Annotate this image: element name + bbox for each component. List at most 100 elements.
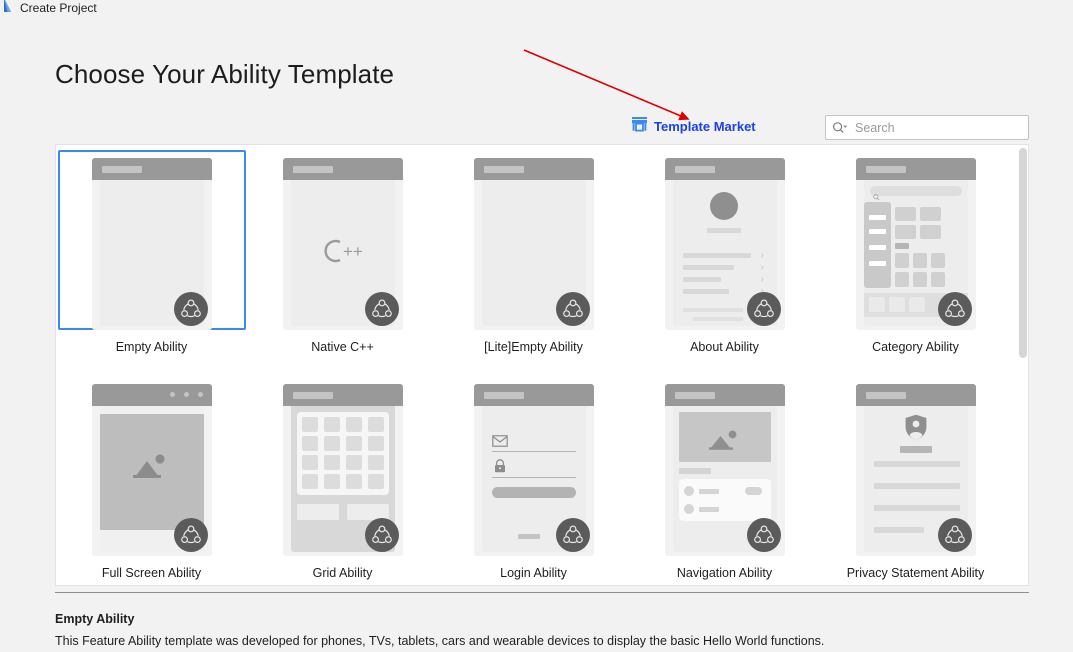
scrollbar-thumb[interactable] [1019, 148, 1027, 358]
header-pill [674, 166, 715, 173]
template-preview [473, 384, 594, 556]
template-card-label: Login Ability [500, 566, 567, 580]
template-card[interactable]: Login Ability [438, 371, 629, 585]
svg-text:++: ++ [343, 242, 363, 261]
shield-person-icon [904, 414, 928, 446]
harmony-distributed-badge-icon [746, 518, 781, 552]
search-placeholder: Search [855, 120, 895, 135]
template-card-frame[interactable]: ++ [249, 150, 437, 330]
template-card-label: Empty Ability [115, 340, 188, 354]
templates-panel: Empty Ability ++ Native C++ [Lite]Empty Abi… [55, 144, 1029, 586]
template-preview: ›››› [664, 158, 785, 330]
preview-header [91, 384, 212, 406]
template-card-frame[interactable]: ›››› [631, 150, 819, 330]
preview-header [473, 384, 594, 406]
template-preview [855, 158, 976, 330]
template-preview [91, 158, 212, 330]
template-preview: ++ [282, 158, 403, 330]
harmony-distributed-badge-icon [746, 292, 781, 326]
list-panel [678, 479, 771, 521]
panel-scrollbar[interactable] [1019, 146, 1027, 585]
template-card-frame[interactable] [440, 376, 628, 556]
cpp-logo-icon: ++ [316, 235, 372, 272]
chevron-right-icon: › [760, 250, 764, 261]
template-preview [855, 384, 976, 556]
header-pill [292, 392, 333, 399]
template-card-label: About Ability [690, 340, 759, 354]
template-card[interactable]: ++ Native C++ [247, 145, 438, 371]
preview-header [91, 158, 212, 180]
avatar [709, 192, 738, 220]
template-preview [282, 384, 403, 556]
description-body: This Feature Ability template was develo… [55, 634, 825, 648]
template-card-frame[interactable] [440, 150, 628, 330]
harmony-distributed-badge-icon [173, 292, 208, 326]
harmony-distributed-badge-icon [937, 292, 972, 326]
template-card-frame[interactable] [822, 376, 1010, 556]
template-card-label: Navigation Ability [676, 566, 773, 580]
template-card-frame[interactable] [631, 376, 819, 556]
titlebar-title: Create Project [20, 1, 97, 15]
template-card[interactable]: Full Screen Ability [56, 371, 247, 585]
storefront-icon [631, 116, 648, 137]
search-input[interactable]: Search [825, 115, 1029, 140]
header-pill [101, 166, 142, 173]
window-dots-icon [169, 392, 203, 397]
template-card[interactable]: Grid Ability [247, 371, 438, 585]
template-preview [664, 384, 785, 556]
image-placeholder-icon [707, 428, 743, 459]
template-card[interactable]: Empty Ability [56, 145, 247, 371]
preview-header [664, 384, 785, 406]
image-placeholder-icon [131, 451, 173, 488]
template-card[interactable]: Navigation Ability [629, 371, 820, 585]
header-pill [674, 392, 715, 399]
harmony-distributed-badge-icon [937, 518, 972, 552]
preview-header [473, 158, 594, 180]
template-card-label: Full Screen Ability [101, 566, 202, 580]
template-preview [473, 158, 594, 330]
deveco-studio-logo-icon [1, 0, 17, 17]
template-card-label: Privacy Statement Ability [846, 566, 985, 580]
section-divider [55, 592, 1029, 593]
envelope-icon [491, 434, 508, 452]
template-card-frame[interactable] [57, 150, 246, 330]
login-button [491, 487, 576, 498]
template-card[interactable]: ›››› About Ability [629, 145, 820, 371]
chevron-right-icon: › [760, 274, 764, 285]
preview-header [664, 158, 785, 180]
window-titlebar: Create Project [0, 0, 1073, 17]
template-card-label: Category Ability [872, 340, 959, 354]
harmony-distributed-badge-icon [364, 518, 399, 552]
chevron-right-icon: › [760, 262, 764, 273]
harmony-distributed-badge-icon [555, 518, 590, 552]
search-dropdown-icon[interactable] [832, 121, 848, 135]
preview-header [282, 384, 403, 406]
search-bar [869, 186, 962, 196]
toggle-switch [744, 487, 762, 495]
template-preview [91, 384, 212, 556]
template-card[interactable]: Category Ability [820, 145, 1011, 371]
template-card-label: Native C++ [311, 340, 374, 354]
header-pill [483, 392, 524, 399]
preview-header [855, 384, 976, 406]
description-title: Empty Ability [55, 612, 135, 626]
lock-icon [493, 459, 507, 478]
template-card[interactable]: [Lite]Empty Ability [438, 145, 629, 371]
header-pill [483, 166, 524, 173]
header-pill [865, 392, 906, 399]
preview-header [282, 158, 403, 180]
template-card-label: [Lite]Empty Ability [484, 340, 583, 354]
template-card-frame[interactable] [249, 376, 437, 556]
preview-header [855, 158, 976, 180]
templates-grid: Empty Ability ++ Native C++ [Lite]Empty Abi… [56, 145, 1028, 585]
harmony-distributed-badge-icon [555, 292, 590, 326]
template-card-frame[interactable] [822, 150, 1010, 330]
template-card-frame[interactable] [58, 376, 246, 556]
header-pill [292, 166, 333, 173]
template-market-label: Template Market [654, 119, 756, 134]
page-title: Choose Your Ability Template [55, 59, 395, 89]
template-card-label: Grid Ability [312, 566, 373, 580]
template-card[interactable]: Privacy Statement Ability [820, 371, 1011, 585]
template-market-link[interactable]: Template Market [631, 116, 756, 137]
harmony-distributed-badge-icon [173, 518, 208, 552]
